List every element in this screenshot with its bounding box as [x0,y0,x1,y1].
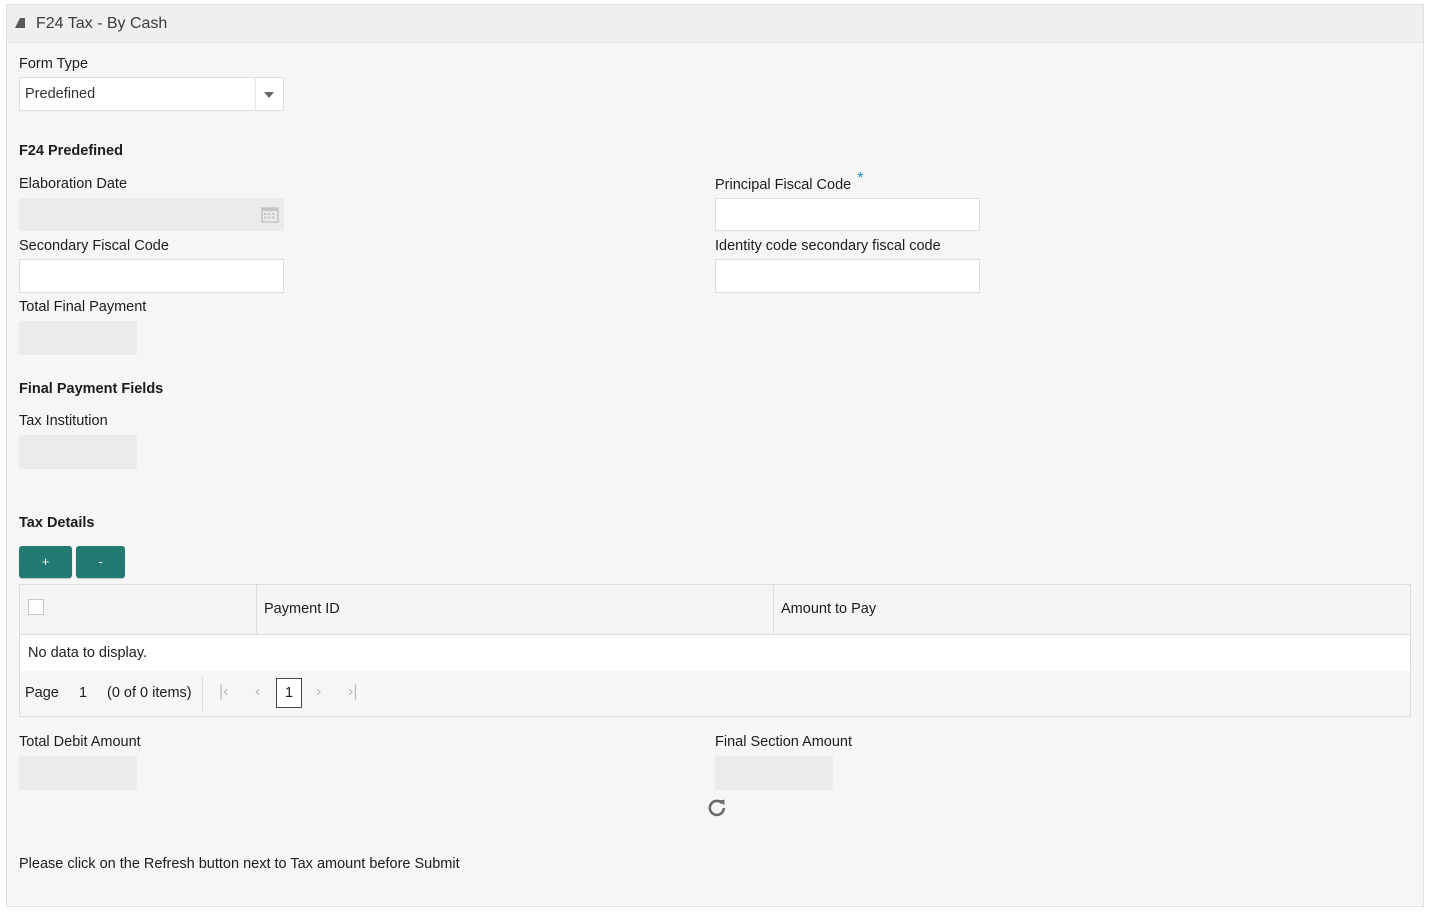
current-page-button[interactable]: 1 [276,678,302,708]
remove-row-button[interactable]: - [76,546,125,578]
identity-code-input[interactable] [715,259,980,293]
chevron-down-icon[interactable] [264,92,274,98]
form-type-value: Predefined [25,86,96,102]
table-header: Payment ID Amount to Pay [20,585,1410,635]
secondary-fiscal-code-label: Secondary Fiscal Code [19,238,169,254]
last-page-icon[interactable]: ›| [348,683,357,701]
refresh-icon[interactable] [707,797,727,817]
pager-divider [202,677,203,711]
final-section-amount-label: Final Section Amount [715,734,853,750]
page-label: Page [25,685,59,701]
column-amount-to-pay[interactable]: Amount to Pay [773,585,876,634]
total-debit-amount-field [19,756,137,790]
principal-fiscal-code-input[interactable] [715,198,980,231]
total-final-payment-label: Total Final Payment [19,299,147,315]
principal-fiscal-code-label: Principal Fiscal Code * [715,170,863,194]
first-page-icon[interactable]: |‹ [219,683,228,701]
panel-header[interactable]: F24 Tax - By Cash [7,5,1423,43]
tax-details-table: Payment ID Amount to Pay No data to disp… [19,584,1411,717]
f24-predefined-heading: F24 Predefined [19,143,123,159]
total-final-payment-field [19,321,137,355]
pagination-bar: Page 1 (0 of 0 items) |‹ ‹ 1 › ›| [20,671,1410,716]
add-row-button[interactable]: + [19,546,72,578]
total-debit-amount-label: Total Debit Amount [19,734,141,750]
secondary-fiscal-code-input[interactable] [19,259,284,293]
elaboration-date-label: Elaboration Date [19,176,128,192]
tax-institution-label: Tax Institution [19,413,108,429]
select-all-checkbox[interactable] [28,599,44,615]
refresh-instruction-note: Please click on the Refresh button next … [19,856,460,872]
required-marker: * [857,170,864,187]
tax-institution-field [19,435,137,469]
final-payment-heading: Final Payment Fields [19,381,164,397]
tax-details-heading: Tax Details [19,515,95,531]
principal-fiscal-code-text: Principal Fiscal Code [715,177,852,193]
collapse-triangle-icon[interactable] [15,18,25,28]
final-section-amount-field [715,756,833,790]
select-divider [255,78,256,110]
elaboration-date-field [19,198,284,231]
form-type-label: Form Type [19,56,89,72]
previous-page-icon[interactable]: ‹ [255,683,260,701]
page-number-value[interactable]: 1 [79,685,87,701]
panel-title: F24 Tax - By Cash [36,15,168,32]
form-type-select[interactable]: Predefined [19,77,284,111]
column-payment-id[interactable]: Payment ID [256,585,340,634]
identity-code-label: Identity code secondary fiscal code [715,238,941,254]
empty-table-message: No data to display. [28,645,148,661]
next-page-icon[interactable]: › [316,683,321,701]
items-count: (0 of 0 items) [107,685,192,701]
calendar-icon [261,207,279,223]
